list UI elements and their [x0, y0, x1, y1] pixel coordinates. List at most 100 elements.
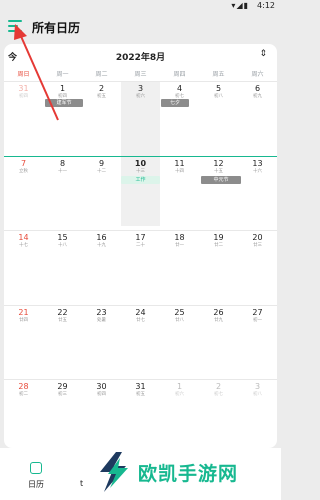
day-number: 25 — [174, 307, 185, 317]
day-cell[interactable]: 2 初五 — [82, 84, 121, 100]
lunar-date: 十三 — [136, 168, 145, 174]
day-number: 2 — [215, 382, 222, 391]
lunar-date: 初八 — [214, 94, 223, 99]
week-divider — [4, 304, 277, 306]
day-number: 19 — [213, 233, 224, 242]
lunar-date: 立秋 — [19, 168, 28, 174]
day-cell[interactable]: 30 初四 — [82, 382, 121, 398]
lunar-date: 廿八 — [175, 317, 184, 323]
expand-icon[interactable]: ⇕ — [259, 49, 267, 59]
day-number: 1 — [176, 382, 183, 391]
lunar-date: 十五 — [214, 168, 223, 174]
day-number: 28 — [18, 382, 29, 391]
day-cell[interactable]: 17 二十 — [121, 233, 160, 249]
day-cell[interactable]: 22 廿五 — [43, 308, 82, 324]
lunar-date: 廿五 — [58, 317, 67, 323]
event-chip[interactable]: 工作 — [121, 175, 160, 184]
page-title: 所有日历 — [32, 21, 81, 35]
day-number: 27 — [252, 307, 263, 317]
day-number: 15 — [57, 233, 68, 242]
day-cell[interactable]: 21 廿四 — [4, 308, 43, 324]
day-cell[interactable]: 1 初六 — [160, 382, 199, 398]
lunar-date: 初五 — [136, 392, 145, 397]
lunar-date: 处暑 — [97, 317, 106, 323]
day-number: 18 — [174, 233, 185, 242]
current-week-divider — [4, 155, 277, 157]
day-number: 22 — [57, 307, 68, 317]
week-divider — [4, 230, 277, 231]
day-cell[interactable]: 3 初六 — [121, 84, 160, 100]
weekday-header: 周二 — [95, 71, 108, 78]
event-chip[interactable]: 七夕 — [161, 99, 189, 107]
menu-icon[interactable] — [8, 20, 22, 32]
day-cell[interactable]: 3 初八 — [238, 382, 277, 398]
month-title[interactable]: 2022年8月 — [4, 50, 277, 63]
nav-item-partial-label[interactable]: t — [80, 479, 83, 488]
day-number: 4 — [176, 84, 183, 93]
lunar-date: 十六 — [253, 168, 262, 174]
day-cell[interactable]: 23 处暑 — [82, 308, 121, 324]
calendar-icon[interactable] — [30, 462, 42, 474]
weekday-header: 周三 — [134, 71, 147, 78]
day-cell-today[interactable]: 10 十三 — [121, 159, 160, 175]
day-cell[interactable]: 15 十八 — [43, 233, 82, 249]
day-cell[interactable]: 2 初七 — [199, 382, 238, 398]
weekday-header: 周一 — [56, 71, 69, 78]
weekday-header: 周四 — [173, 71, 186, 78]
weekday-header: 周日 — [17, 71, 30, 78]
lunar-date: 初四 — [97, 392, 106, 397]
day-cell[interactable]: 5 初八 — [199, 84, 238, 100]
lunar-date: 初二 — [19, 392, 28, 397]
day-number: 5 — [215, 84, 222, 93]
lunar-date: 初六 — [136, 94, 145, 99]
day-cell[interactable]: 9 十二 — [82, 159, 121, 175]
day-cell[interactable]: 1 初四 — [43, 84, 82, 100]
day-number: 20 — [252, 233, 263, 242]
top-app-bar: 所有日历 — [0, 12, 281, 40]
lunar-date: 十二 — [97, 168, 106, 174]
lunar-date: 十九 — [97, 243, 106, 248]
day-number: 7 — [20, 158, 27, 168]
day-number: 2 — [98, 84, 105, 93]
day-cell[interactable]: 19 廿二 — [199, 233, 238, 249]
day-number: 1 — [59, 84, 66, 93]
day-cell[interactable]: 8 十一 — [43, 159, 82, 175]
nav-item-calendar-label[interactable]: 日历 — [28, 479, 44, 490]
day-cell[interactable]: 18 廿一 — [160, 233, 199, 249]
day-number: 9 — [98, 158, 105, 168]
day-number: 31 — [18, 84, 29, 93]
day-cell[interactable]: 14 十七 — [4, 233, 43, 249]
lunar-date: 十四 — [175, 168, 184, 174]
day-number: 11 — [174, 158, 185, 168]
day-cell[interactable]: 31 初五 — [121, 382, 160, 398]
lunar-date: 廿一 — [175, 243, 184, 248]
lunar-date: 廿七 — [136, 317, 145, 323]
lunar-date: 初六 — [175, 392, 184, 397]
day-cell[interactable]: 24 廿七 — [121, 308, 160, 324]
status-time: 4:12 — [257, 1, 275, 10]
day-cell[interactable]: 6 初九 — [238, 84, 277, 100]
day-cell[interactable]: 27 初一 — [238, 308, 277, 324]
day-number: 3 — [137, 84, 144, 93]
day-cell[interactable]: 4 初七 — [160, 84, 199, 100]
day-cell[interactable]: 13 十六 — [238, 159, 277, 175]
day-number: 14 — [18, 233, 29, 242]
day-cell[interactable]: 31 初四 — [4, 84, 43, 100]
weekday-header: 周五 — [212, 71, 225, 78]
day-cell[interactable]: 29 初三 — [43, 382, 82, 398]
day-number: 26 — [213, 307, 224, 317]
watermark-logo-icon — [100, 452, 128, 492]
day-cell[interactable]: 28 初二 — [4, 382, 43, 398]
calendar-card: 今 2022年8月 ⇕ 周日 周一 周二 周三 周四 周五 周六 31 初四 1 初四 2 初五 3 初六… — [4, 44, 277, 448]
day-cell[interactable]: 11 十四 — [160, 159, 199, 175]
day-cell[interactable]: 20 廿三 — [238, 233, 277, 249]
event-chip[interactable]: 中元节 — [201, 175, 241, 184]
day-cell[interactable]: 16 十九 — [82, 233, 121, 249]
day-cell[interactable]: 12 十五 — [199, 159, 238, 175]
event-chip[interactable]: 建军节 — [45, 99, 83, 107]
day-cell[interactable]: 25 廿八 — [160, 308, 199, 324]
day-number: 31 — [135, 382, 146, 391]
day-cell[interactable]: 7 立秋 — [4, 159, 43, 175]
day-cell[interactable]: 26 廿九 — [199, 308, 238, 324]
status-bar: ▾◢▮ 4:12 — [0, 0, 281, 12]
